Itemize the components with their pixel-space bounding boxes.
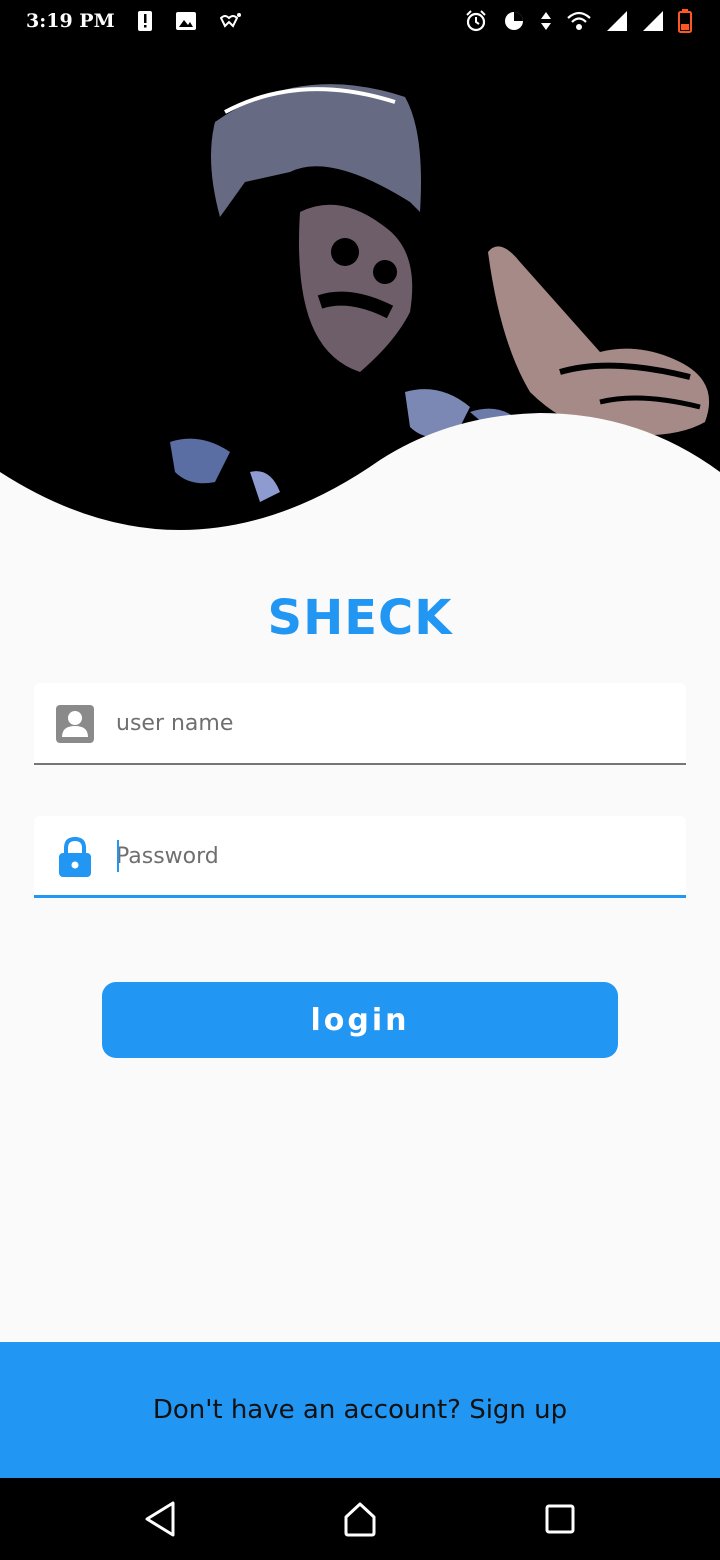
home-button[interactable] (330, 1489, 390, 1549)
text-caret (117, 840, 119, 872)
lock-icon (59, 836, 91, 877)
data-arrows-icon (540, 10, 552, 32)
signup-bar[interactable]: Don't have an account? Sign up (0, 1342, 720, 1478)
alert-icon (137, 10, 153, 32)
data-saver-icon (502, 9, 526, 33)
password-field[interactable] (34, 816, 686, 898)
messenger-icon (219, 12, 243, 30)
signup-link[interactable]: Don't have an account? Sign up (153, 1395, 567, 1425)
signal-icon (606, 10, 628, 32)
signal-icon-2 (642, 10, 664, 32)
status-left: 3:19 PM (26, 10, 243, 32)
image-icon (175, 11, 197, 31)
user-icon (56, 705, 94, 743)
recents-icon (545, 1504, 575, 1534)
app-title: SHECK (267, 590, 453, 646)
username-input[interactable] (116, 701, 656, 745)
login-button[interactable]: login (102, 982, 618, 1058)
back-button[interactable] (130, 1489, 190, 1549)
home-icon (344, 1502, 376, 1537)
alarm-icon (464, 9, 488, 33)
battery-icon (678, 9, 692, 33)
wifi-icon (566, 10, 592, 32)
status-right (464, 9, 692, 33)
status-time: 3:19 PM (26, 10, 115, 32)
navigation-bar (0, 1478, 720, 1560)
username-field[interactable] (34, 683, 686, 765)
back-icon (145, 1501, 175, 1537)
password-input[interactable] (116, 834, 656, 878)
recents-button[interactable] (530, 1489, 590, 1549)
status-bar: 3:19 PM (0, 0, 720, 42)
header-wave (0, 413, 720, 580)
